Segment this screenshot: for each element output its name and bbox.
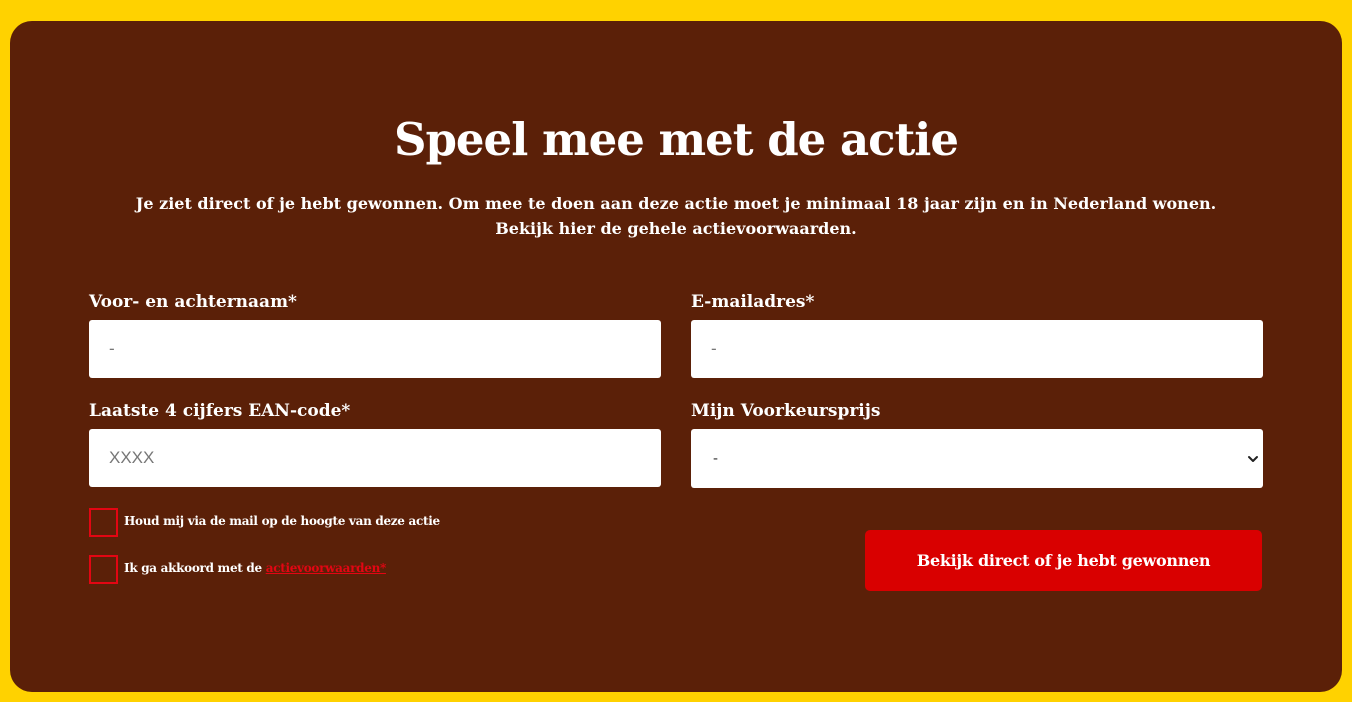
ean-field-label: Laatste 4 cijfers EAN-code* [89, 401, 351, 421]
ean-code-field[interactable] [89, 429, 661, 487]
name-field-label: Voor- en achternaam* [89, 292, 297, 312]
newsletter-checkbox[interactable] [89, 508, 118, 537]
email-field-label: E-mailadres* [691, 292, 815, 312]
entry-form-card: Speel mee met de actie Je ziet direct of… [10, 21, 1342, 692]
terms-link[interactable]: actievoorwaarden* [266, 561, 387, 575]
name-field[interactable] [89, 320, 661, 378]
newsletter-checkbox-label: Houd mij via de mail op de hoogte van de… [124, 514, 440, 528]
prize-select-label: Mijn Voorkeursprijs [691, 401, 881, 421]
terms-checkbox[interactable] [89, 555, 118, 584]
page-title: Speel mee met de actie [393, 113, 959, 166]
chevron-down-icon [1248, 456, 1258, 462]
terms-label-prefix: Ik ga akkoord met de [124, 561, 266, 575]
intro-text: Je ziet direct of je hebt gewonnen. Om m… [135, 194, 1217, 238]
email-field[interactable] [691, 320, 1263, 378]
prize-select[interactable]: - [691, 429, 1263, 488]
submit-button[interactable]: Bekijk direct of je hebt gewonnen [865, 530, 1262, 591]
terms-checkbox-label: Ik ga akkoord met de actievoorwaarden* [124, 559, 386, 577]
